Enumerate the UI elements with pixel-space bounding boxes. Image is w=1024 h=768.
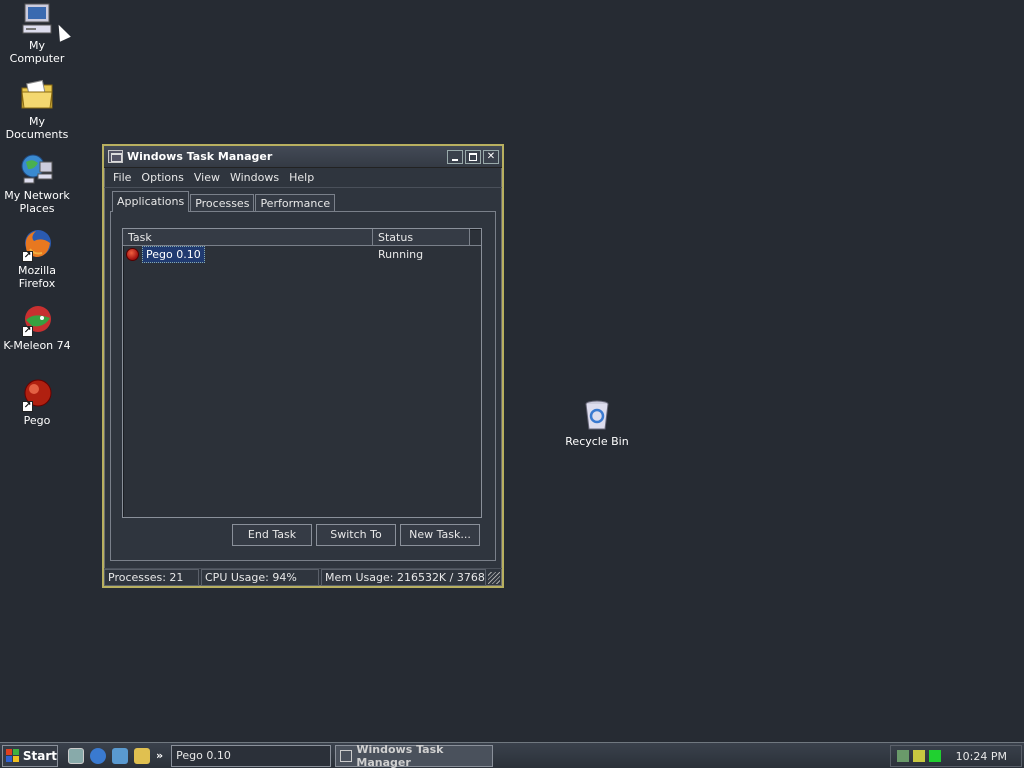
resize-grip-icon[interactable]	[488, 572, 500, 584]
task-manager-window[interactable]: Windows Task Manager ✕ File Options View…	[102, 144, 504, 588]
minimize-icon	[452, 158, 458, 161]
firefox-icon: ↗	[20, 227, 54, 262]
switch-to-button[interactable]: Switch To	[316, 524, 396, 546]
menu-file[interactable]: File	[108, 171, 136, 184]
recycle-bin-icon	[580, 398, 614, 432]
taskbar-button-label: Pego 0.10	[176, 749, 231, 762]
show-desktop-icon[interactable]	[68, 747, 84, 764]
close-icon: ✕	[486, 150, 496, 162]
minimize-button[interactable]	[447, 149, 463, 164]
computer-icon	[20, 2, 54, 36]
pego-icon: ↗	[20, 377, 54, 412]
task-manager-icon	[340, 749, 353, 762]
desktop-icon-label: K-Meleon 74	[3, 339, 71, 352]
taskbar-button-pego[interactable]: Pego 0.10	[171, 744, 332, 767]
volume-tray-icon[interactable]	[913, 750, 925, 762]
column-header-task[interactable]: Task	[123, 229, 373, 245]
maximize-icon	[469, 152, 477, 161]
internet-explorer-icon[interactable]	[90, 747, 106, 764]
outlook-express-icon[interactable]	[112, 747, 128, 764]
menu-bar: File Options View Windows Help	[104, 168, 502, 188]
shortcut-arrow-icon: ↗	[22, 326, 33, 337]
quick-launch-more-icon[interactable]: »	[156, 749, 163, 762]
window-title: Windows Task Manager	[127, 150, 273, 163]
desktop-icon-my-network-places[interactable]: My Network Places	[0, 152, 74, 215]
task-list-header: Task Status	[123, 229, 481, 246]
desktop-icon-recycle-bin[interactable]: Recycle Bin	[560, 398, 634, 448]
end-task-button[interactable]: End Task	[232, 524, 312, 546]
desktop-icon-label: Mozilla Firefox	[18, 264, 56, 290]
table-row[interactable]: Pego 0.10 Running	[123, 246, 481, 263]
shortcut-arrow-icon: ↗	[22, 401, 33, 412]
network-tray-icon[interactable]	[897, 750, 909, 762]
tab-performance[interactable]: Performance	[255, 194, 336, 212]
tab-applications[interactable]: Applications	[112, 191, 190, 212]
status-bar: Processes: 21 CPU Usage: 94% Mem Usage: …	[104, 568, 502, 586]
network-icon	[20, 152, 54, 186]
close-button[interactable]: ✕	[483, 149, 499, 164]
desktop-icon-k-meleon[interactable]: ↗ K-Meleon 74	[0, 302, 74, 352]
folder-icon	[20, 78, 54, 112]
status-tray-icon[interactable]	[929, 750, 941, 762]
task-list[interactable]: Task Status Pego 0.10 Running	[122, 228, 482, 518]
maximize-button[interactable]	[465, 149, 481, 164]
tab-processes[interactable]: Processes	[190, 194, 255, 212]
k-meleon-icon: ↗	[20, 302, 54, 337]
start-label: Start	[22, 748, 57, 763]
start-button[interactable]: Start	[2, 744, 58, 767]
pego-icon	[126, 248, 139, 261]
task-cell: Pego 0.10	[123, 246, 373, 263]
task-name: Pego 0.10	[142, 246, 205, 263]
column-header-status[interactable]: Status	[373, 229, 470, 245]
title-bar[interactable]: Windows Task Manager ✕	[104, 146, 502, 168]
desktop-icon-label: Pego	[23, 414, 51, 427]
taskbar-button-label: Windows Task Manager	[356, 742, 444, 768]
new-task-button[interactable]: New Task...	[400, 524, 480, 546]
menu-help[interactable]: Help	[284, 171, 319, 184]
desktop-icon-label: My Network Places	[4, 189, 70, 215]
desktop-icon-label: Recycle Bin	[565, 435, 629, 448]
taskbar-button-task-manager[interactable]: Windows Task Manager	[335, 742, 494, 768]
desktop-icon-mozilla-firefox[interactable]: ↗ Mozilla Firefox	[0, 227, 74, 290]
clock[interactable]: 10:24 PM	[956, 750, 1007, 763]
desktop-icon-pego[interactable]: ↗ Pego	[0, 377, 74, 427]
menu-view[interactable]: View	[189, 171, 225, 184]
system-tray: 10:24 PM	[890, 745, 1022, 767]
desktop-icon-my-documents[interactable]: My Documents	[0, 78, 74, 141]
tab-strip: Applications Processes Performance	[112, 191, 336, 212]
task-manager-icon	[108, 150, 123, 163]
desktop-icon-label: My Computer	[9, 39, 65, 65]
shortcut-arrow-icon: ↗	[22, 251, 33, 262]
task-status: Running	[378, 248, 424, 261]
menu-windows[interactable]: Windows	[225, 171, 284, 184]
menu-options[interactable]: Options	[136, 171, 188, 184]
status-mem-usage: Mem Usage: 216532K / 3768420K	[321, 569, 486, 586]
status-processes: Processes: 21	[104, 569, 199, 586]
status-cpu-usage: CPU Usage: 94%	[201, 569, 319, 586]
desktop-icon-label: My Documents	[5, 115, 69, 141]
taskbar: Start » Pego 0.10 Windows Task Manager 1…	[0, 742, 1024, 768]
windows-logo-icon	[6, 748, 20, 763]
quick-launch: »	[68, 747, 167, 764]
windows-explorer-icon[interactable]	[134, 747, 150, 764]
